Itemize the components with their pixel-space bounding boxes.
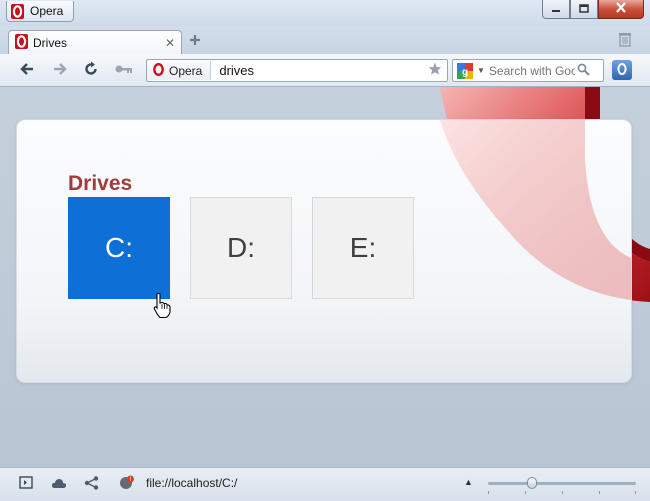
search-input[interactable] [488,63,575,78]
zoom-tick [488,491,489,494]
cloud-icon [51,477,67,492]
svg-text:g: g [462,67,468,78]
navigation-toolbar: Opera drives g ▼ [0,54,650,87]
opera-menu-label: Opera [30,4,64,18]
tab-strip: Drives ✕ [0,26,650,55]
reload-icon [83,61,99,80]
status-bar: ! file://localhost/C:/ ▲ [0,467,650,501]
close-button[interactable] [598,0,644,19]
drive-tile-d[interactable]: D: [190,197,292,299]
zoom-menu-icon[interactable]: ▲ [464,477,473,487]
forward-icon [52,62,68,79]
panel-toggle-icon [19,476,33,492]
new-tab-icon [188,33,202,50]
back-button[interactable] [16,60,38,80]
share-icon [84,475,100,493]
unite-button[interactable]: ! [119,475,135,494]
forward-button[interactable] [49,60,71,80]
unite-icon: ! [119,475,135,494]
zoom-slider-thumb[interactable] [527,477,538,489]
zoom-tick [635,491,636,494]
panel-toggle-button[interactable] [18,476,34,492]
drive-label: E: [349,232,377,263]
minimize-button[interactable] [542,0,570,19]
star-icon[interactable] [428,62,442,79]
opera-logo-icon [153,62,164,79]
page-heading: Drives [68,172,133,195]
opera-link-button[interactable] [51,476,67,492]
opera-logo-icon [15,34,28,52]
search-icon[interactable] [577,63,590,79]
address-badge-label: Opera [169,63,203,78]
drive-label: D: [227,232,255,263]
close-icon [615,2,627,16]
minimize-icon [551,2,561,16]
dropdown-icon[interactable]: ▼ [477,66,485,75]
key-icon [114,63,134,78]
zoom-tick [599,491,600,494]
drive-label: C: [105,232,133,263]
zoom-tick [525,491,526,494]
wand-button[interactable] [113,60,135,80]
address-input[interactable]: drives [219,63,428,78]
zoom-slider[interactable] [488,477,636,494]
back-icon [19,62,35,79]
trash-icon [618,31,632,50]
drive-tile-e[interactable]: E: [312,197,414,299]
title-bar: Opera [0,0,650,26]
opera-menu-button[interactable]: Opera [6,1,75,22]
new-tab-button[interactable] [186,32,204,50]
tab-drives[interactable]: Drives ✕ [8,30,182,55]
search-box[interactable]: g ▼ [452,59,604,82]
extension-icon [616,62,628,79]
trash-button[interactable] [616,31,634,49]
window-controls [542,0,644,19]
google-icon[interactable]: g [455,61,475,80]
tab-close-icon[interactable]: ✕ [163,36,177,50]
status-url: file://localhost/C:/ [146,476,238,490]
drive-tile-c[interactable]: C: [68,197,170,299]
page-viewport: Drives C: D: E: [0,87,650,467]
zoom-tick [562,491,563,494]
maximize-button[interactable] [570,0,598,19]
extension-button[interactable] [612,60,632,80]
reload-button[interactable] [80,60,102,80]
opera-turbo-button[interactable] [84,475,100,493]
tab-title: Drives [33,36,68,50]
maximize-icon [579,2,589,16]
opera-logo-icon [11,3,24,19]
address-badge[interactable]: Opera [147,61,212,80]
hand-cursor-icon [153,293,171,319]
address-bar[interactable]: Opera drives [146,59,448,82]
